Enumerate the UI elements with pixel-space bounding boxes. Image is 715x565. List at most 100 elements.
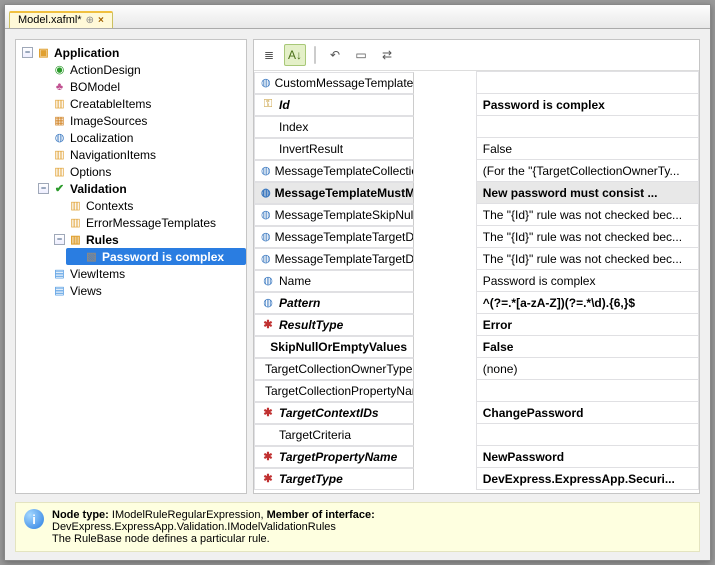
property-name-cell[interactable]: ◍MessageTemplateTargetDoesNotSatisfyTarg… [254, 248, 414, 270]
expand-icon[interactable]: − [54, 234, 65, 245]
property-value-cell[interactable] [476, 380, 698, 402]
tree-item-localization[interactable]: ◍Localization [34, 129, 246, 146]
footer-text: Node type: IModelRuleRegularExpression, … [52, 509, 375, 545]
tree-label: Contexts [86, 199, 133, 213]
property-name-cell[interactable]: ✱ResultType [254, 314, 414, 336]
tree-item-creatableitems[interactable]: ▥CreatableItems [34, 95, 246, 112]
property-name-cell[interactable]: ⚿Id [254, 94, 414, 116]
property-row[interactable]: ◍MessageTemplateMustMatchPattern New pass… [254, 182, 699, 204]
property-value-cell[interactable]: The "{Id}" rule was not checked bec... [476, 248, 698, 270]
property-name-cell[interactable]: ◍CustomMessageTemplate [254, 72, 414, 94]
property-row[interactable]: ✱ResultType Error [254, 314, 699, 336]
tree-item-options[interactable]: ▥Options [34, 163, 246, 180]
property-name: TargetCollectionOwnerType [265, 362, 412, 376]
property-value-cell[interactable]: ^(?=.*[a-zA-Z])(?=.*\d).{6,}$ [476, 292, 698, 314]
tree-pane[interactable]: − ▣ Application ◉ActionDesign♣BOModel▥Cr… [15, 39, 247, 494]
property-name-cell[interactable]: ◍Pattern [254, 292, 414, 314]
property-name-cell[interactable]: InvertResult [254, 138, 414, 160]
property-value-cell[interactable]: Password is complex [476, 94, 698, 116]
tree-item-validation[interactable]: −✔Validation [34, 180, 246, 197]
property-name-cell[interactable]: ◍MessageTemplateSkipNullOrEmptyValues [254, 204, 414, 226]
tree-item-actiondesign[interactable]: ◉ActionDesign [34, 61, 246, 78]
property-name-cell[interactable]: ✱TargetType [254, 468, 414, 490]
property-row[interactable]: ✱TargetPropertyName NewPassword [254, 446, 699, 468]
property-value-cell[interactable] [476, 72, 698, 94]
property-pages-button[interactable]: ▭ [350, 44, 372, 66]
property-row[interactable]: TargetCollectionOwnerType (none) [254, 358, 699, 380]
property-name-cell[interactable]: TargetCollectionOwnerType [254, 358, 414, 380]
property-name: MessageTemplateCollectionValidation [275, 164, 414, 178]
pin-icon[interactable]: ⊕ [86, 15, 94, 26]
alphabetical-button[interactable]: A↓ [284, 44, 306, 66]
property-name-cell[interactable]: SkipNullOrEmptyValues [254, 336, 414, 358]
property-name-cell[interactable]: ◍MessageTemplateMustMatchPattern [254, 182, 414, 204]
close-icon[interactable]: × [98, 15, 104, 26]
property-row[interactable]: TargetCollectionPropertyName [254, 380, 699, 402]
property-row[interactable]: ⚿Id Password is complex [254, 94, 699, 116]
property-row[interactable]: ◍Name Password is complex [254, 270, 699, 292]
property-value: False [483, 142, 512, 156]
property-name-cell[interactable]: ✱TargetContextIDs [254, 402, 414, 424]
property-value-cell[interactable]: False [476, 138, 698, 160]
tree-root-application[interactable]: − ▣ Application [18, 44, 246, 61]
tree-item-imagesources[interactable]: ▦ImageSources [34, 112, 246, 129]
tree-item-views[interactable]: ▤Views [34, 282, 246, 299]
tree-item-errormessagetemplates[interactable]: ▥ErrorMessageTemplates [50, 214, 246, 231]
property-value-cell[interactable]: DevExpress.ExpressApp.Securi... [476, 468, 698, 490]
property-row[interactable]: ✱TargetType DevExpress.ExpressApp.Securi.… [254, 468, 699, 490]
property-row[interactable]: ◍CustomMessageTemplate [254, 72, 699, 94]
property-value-cell[interactable]: The "{Id}" rule was not checked bec... [476, 204, 698, 226]
property-value-cell[interactable]: Password is complex [476, 270, 698, 292]
property-row[interactable]: SkipNullOrEmptyValues False [254, 336, 699, 358]
property-value-cell[interactable]: New password must consist ... [476, 182, 698, 204]
tab-model-xafml[interactable]: Model.xafml* ⊕ × [9, 11, 113, 28]
property-value-cell[interactable]: Error [476, 314, 698, 336]
property-value-cell[interactable]: The "{Id}" rule was not checked bec... [476, 226, 698, 248]
property-value-cell[interactable]: (For the "{TargetCollectionOwnerTy... [476, 160, 698, 182]
property-name-cell[interactable]: ◍Name [254, 270, 414, 292]
property-value-cell[interactable]: False [476, 336, 698, 358]
tree-item-bomodel[interactable]: ♣BOModel [34, 78, 246, 95]
property-row[interactable]: Index [254, 116, 699, 138]
property-name-cell[interactable]: TargetCriteria [254, 424, 414, 446]
undo-button[interactable]: ↶ [324, 44, 346, 66]
tree-item-navigationitems[interactable]: ▥NavigationItems [34, 146, 246, 163]
property-row[interactable]: ✱TargetContextIDs ChangePassword [254, 402, 699, 424]
property-row[interactable]: ◍Pattern ^(?=.*[a-zA-Z])(?=.*\d).{6,}$ [254, 292, 699, 314]
categorize-button[interactable]: ≣ [258, 44, 280, 66]
property-value-cell[interactable]: ChangePassword [476, 402, 698, 424]
property-value-cell[interactable] [476, 424, 698, 446]
property-row[interactable]: ◍MessageTemplateTargetDoesNotSatisfyTarg… [254, 248, 699, 270]
property-row[interactable]: TargetCriteria [254, 424, 699, 446]
footer-interface: DevExpress.ExpressApp.Validation.IModelV… [52, 521, 375, 533]
property-row[interactable]: ◍MessageTemplateTargetDoesNotSatisfyColl… [254, 226, 699, 248]
tree-item-contexts[interactable]: ▥Contexts [50, 197, 246, 214]
property-name: MessageTemplateTargetDoesNotSatisfyTarge… [275, 252, 414, 266]
tree-label: CreatableItems [70, 97, 151, 111]
property-name-cell[interactable]: ◍MessageTemplateCollectionValidation [254, 160, 414, 182]
property-name: Pattern [279, 296, 320, 310]
property-name: SkipNullOrEmptyValues [270, 340, 407, 354]
property-name-cell[interactable]: Index [254, 116, 414, 138]
property-value-cell[interactable] [476, 116, 698, 138]
app-icon: ▣ [36, 45, 51, 60]
property-grid[interactable]: ◍CustomMessageTemplate⚿Id Password is com… [254, 71, 699, 493]
collapse-icon[interactable]: − [22, 47, 33, 58]
property-name-cell[interactable]: ◍MessageTemplateTargetDoesNotSatisfyColl… [254, 226, 414, 248]
property-value-cell[interactable]: NewPassword [476, 446, 698, 468]
property-name-cell[interactable]: TargetCollectionPropertyName [254, 380, 414, 402]
property-toolbar: ≣ A↓ ↶ ▭ ⇄ [254, 40, 699, 71]
property-name: Index [279, 120, 308, 134]
tree-item-password is complex[interactable]: ▧Password is complex [66, 248, 246, 265]
property-value-cell[interactable]: (none) [476, 358, 698, 380]
expand-icon[interactable]: − [38, 183, 49, 194]
property-row[interactable]: ◍MessageTemplateSkipNullOrEmptyValues The… [254, 204, 699, 226]
property-row[interactable]: ◍MessageTemplateCollectionValidation (For… [254, 160, 699, 182]
property-row[interactable]: InvertResult False [254, 138, 699, 160]
tree-item-viewitems[interactable]: ▤ViewItems [34, 265, 246, 282]
tree-item-rules[interactable]: −▥Rules [50, 231, 246, 248]
property-value: (none) [483, 362, 518, 376]
property-name-cell[interactable]: ✱TargetPropertyName [254, 446, 414, 468]
property-name: TargetContextIDs [279, 406, 379, 420]
link-button[interactable]: ⇄ [376, 44, 398, 66]
